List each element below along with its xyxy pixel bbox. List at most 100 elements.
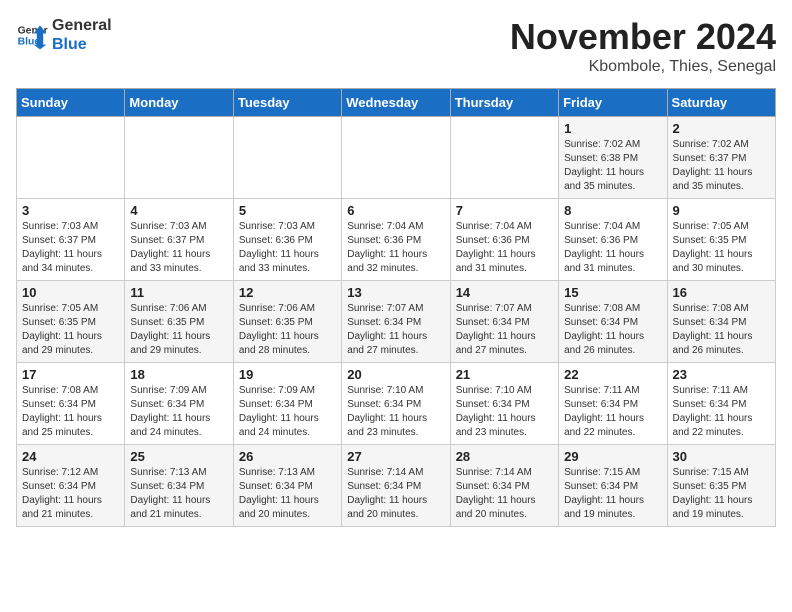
calendar-cell: 22 Sunrise: 7:11 AM Sunset: 6:34 PM Dayli… (559, 363, 667, 445)
day-number: 22 (564, 367, 661, 382)
weekday-header: Wednesday (342, 89, 450, 117)
calendar-cell: 18 Sunrise: 7:09 AM Sunset: 6:34 PM Dayli… (125, 363, 233, 445)
weekday-header: Thursday (450, 89, 558, 117)
header-row: SundayMondayTuesdayWednesdayThursdayFrid… (17, 89, 776, 117)
day-number: 15 (564, 285, 661, 300)
day-info: Sunrise: 7:08 AM Sunset: 6:34 PM Dayligh… (564, 302, 661, 358)
day-info: Sunrise: 7:11 AM Sunset: 6:34 PM Dayligh… (564, 384, 661, 440)
day-info: Sunrise: 7:05 AM Sunset: 6:35 PM Dayligh… (22, 302, 119, 358)
day-number: 5 (239, 203, 336, 218)
day-info: Sunrise: 7:04 AM Sunset: 6:36 PM Dayligh… (347, 220, 444, 276)
day-number: 28 (456, 449, 553, 464)
calendar-cell: 10 Sunrise: 7:05 AM Sunset: 6:35 PM Dayli… (17, 281, 125, 363)
calendar-week-row: 17Sunrise: 7:08 AM Sunset: 6:34 PM Dayli… (17, 363, 776, 445)
day-number: 30 (673, 449, 770, 464)
day-number: 21 (456, 367, 553, 382)
day-info: Sunrise: 7:03 AM Sunset: 6:37 PM Dayligh… (22, 220, 119, 276)
calendar-cell: 5 Sunrise: 7:03 AM Sunset: 6:36 PM Daylig… (233, 199, 341, 281)
day-info: Sunrise: 7:06 AM Sunset: 6:35 PM Dayligh… (239, 302, 336, 358)
day-info: Sunrise: 7:03 AM Sunset: 6:37 PM Dayligh… (130, 220, 227, 276)
day-info: Sunrise: 7:07 AM Sunset: 6:34 PM Dayligh… (456, 302, 553, 358)
calendar-week-row: 1Sunrise: 7:02 AM Sunset: 6:38 PM Daylig… (17, 117, 776, 199)
day-number: 10 (22, 285, 119, 300)
day-number: 17 (22, 367, 119, 382)
day-info: Sunrise: 7:07 AM Sunset: 6:34 PM Dayligh… (347, 302, 444, 358)
day-number: 18 (130, 367, 227, 382)
day-info: Sunrise: 7:09 AM Sunset: 6:34 PM Dayligh… (130, 384, 227, 440)
day-info: Sunrise: 7:10 AM Sunset: 6:34 PM Dayligh… (347, 384, 444, 440)
weekday-header: Sunday (17, 89, 125, 117)
day-info: Sunrise: 7:08 AM Sunset: 6:34 PM Dayligh… (673, 302, 770, 358)
calendar-body: 1Sunrise: 7:02 AM Sunset: 6:38 PM Daylig… (17, 117, 776, 527)
calendar-cell: 9Sunrise: 7:05 AM Sunset: 6:35 PM Daylig… (667, 199, 775, 281)
day-info: Sunrise: 7:15 AM Sunset: 6:34 PM Dayligh… (564, 466, 661, 522)
logo-general: General (52, 16, 112, 35)
calendar-cell: 8Sunrise: 7:04 AM Sunset: 6:36 PM Daylig… (559, 199, 667, 281)
day-number: 16 (673, 285, 770, 300)
day-number: 2 (673, 121, 770, 136)
day-number: 11 (130, 285, 227, 300)
calendar-cell: 16 Sunrise: 7:08 AM Sunset: 6:34 PM Dayli… (667, 281, 775, 363)
day-number: 6 (347, 203, 444, 218)
day-info: Sunrise: 7:03 AM Sunset: 6:36 PM Dayligh… (239, 220, 336, 276)
weekday-header: Saturday (667, 89, 775, 117)
day-number: 7 (456, 203, 553, 218)
calendar-cell (342, 117, 450, 199)
calendar-cell: 20 Sunrise: 7:10 AM Sunset: 6:34 PM Dayli… (342, 363, 450, 445)
day-info: Sunrise: 7:13 AM Sunset: 6:34 PM Dayligh… (130, 466, 227, 522)
day-number: 8 (564, 203, 661, 218)
calendar-cell (233, 117, 341, 199)
day-info: Sunrise: 7:15 AM Sunset: 6:35 PM Dayligh… (673, 466, 770, 522)
day-info: Sunrise: 7:06 AM Sunset: 6:35 PM Dayligh… (130, 302, 227, 358)
day-number: 14 (456, 285, 553, 300)
calendar-week-row: 10 Sunrise: 7:05 AM Sunset: 6:35 PM Dayli… (17, 281, 776, 363)
calendar-cell: 17Sunrise: 7:08 AM Sunset: 6:34 PM Dayli… (17, 363, 125, 445)
calendar-cell (17, 117, 125, 199)
logo: General Blue General Blue (16, 16, 112, 54)
weekday-header: Monday (125, 89, 233, 117)
day-info: Sunrise: 7:09 AM Sunset: 6:34 PM Dayligh… (239, 384, 336, 440)
calendar-cell: 15 Sunrise: 7:08 AM Sunset: 6:34 PM Dayli… (559, 281, 667, 363)
calendar-cell: 26 Sunrise: 7:13 AM Sunset: 6:34 PM Dayli… (233, 445, 341, 527)
calendar-cell: 13 Sunrise: 7:07 AM Sunset: 6:34 PM Dayli… (342, 281, 450, 363)
header: General Blue General Blue November 2024 … (16, 16, 776, 76)
day-number: 12 (239, 285, 336, 300)
day-number: 19 (239, 367, 336, 382)
day-number: 20 (347, 367, 444, 382)
day-info: Sunrise: 7:02 AM Sunset: 6:37 PM Dayligh… (673, 138, 770, 194)
calendar-cell: 27 Sunrise: 7:14 AM Sunset: 6:34 PM Dayli… (342, 445, 450, 527)
day-number: 25 (130, 449, 227, 464)
calendar-cell (125, 117, 233, 199)
calendar-cell: 12 Sunrise: 7:06 AM Sunset: 6:35 PM Dayli… (233, 281, 341, 363)
calendar-cell: 28Sunrise: 7:14 AM Sunset: 6:34 PM Dayli… (450, 445, 558, 527)
calendar-cell: 23 Sunrise: 7:11 AM Sunset: 6:34 PM Dayli… (667, 363, 775, 445)
calendar-header: SundayMondayTuesdayWednesdayThursdayFrid… (17, 89, 776, 117)
day-info: Sunrise: 7:04 AM Sunset: 6:36 PM Dayligh… (456, 220, 553, 276)
day-number: 27 (347, 449, 444, 464)
calendar-cell: 24Sunrise: 7:12 AM Sunset: 6:34 PM Dayli… (17, 445, 125, 527)
calendar-cell: 1Sunrise: 7:02 AM Sunset: 6:38 PM Daylig… (559, 117, 667, 199)
day-info: Sunrise: 7:14 AM Sunset: 6:34 PM Dayligh… (347, 466, 444, 522)
calendar-cell: 2 Sunrise: 7:02 AM Sunset: 6:37 PM Daylig… (667, 117, 775, 199)
calendar-cell: 3 Sunrise: 7:03 AM Sunset: 6:37 PM Daylig… (17, 199, 125, 281)
day-info: Sunrise: 7:13 AM Sunset: 6:34 PM Dayligh… (239, 466, 336, 522)
calendar-cell (450, 117, 558, 199)
calendar-cell: 25 Sunrise: 7:13 AM Sunset: 6:34 PM Dayli… (125, 445, 233, 527)
day-number: 23 (673, 367, 770, 382)
calendar-cell: 21Sunrise: 7:10 AM Sunset: 6:34 PM Dayli… (450, 363, 558, 445)
calendar-cell: 29Sunrise: 7:15 AM Sunset: 6:34 PM Dayli… (559, 445, 667, 527)
day-number: 26 (239, 449, 336, 464)
day-info: Sunrise: 7:02 AM Sunset: 6:38 PM Dayligh… (564, 138, 661, 194)
day-number: 24 (22, 449, 119, 464)
day-info: Sunrise: 7:11 AM Sunset: 6:34 PM Dayligh… (673, 384, 770, 440)
day-number: 3 (22, 203, 119, 218)
calendar-cell: 19 Sunrise: 7:09 AM Sunset: 6:34 PM Dayli… (233, 363, 341, 445)
calendar-cell: 6 Sunrise: 7:04 AM Sunset: 6:36 PM Daylig… (342, 199, 450, 281)
calendar-table: SundayMondayTuesdayWednesdayThursdayFrid… (16, 88, 776, 527)
day-number: 4 (130, 203, 227, 218)
day-number: 13 (347, 285, 444, 300)
calendar-week-row: 24Sunrise: 7:12 AM Sunset: 6:34 PM Dayli… (17, 445, 776, 527)
logo-blue: Blue (52, 35, 112, 54)
weekday-header: Friday (559, 89, 667, 117)
month-title: November 2024 (510, 16, 776, 58)
